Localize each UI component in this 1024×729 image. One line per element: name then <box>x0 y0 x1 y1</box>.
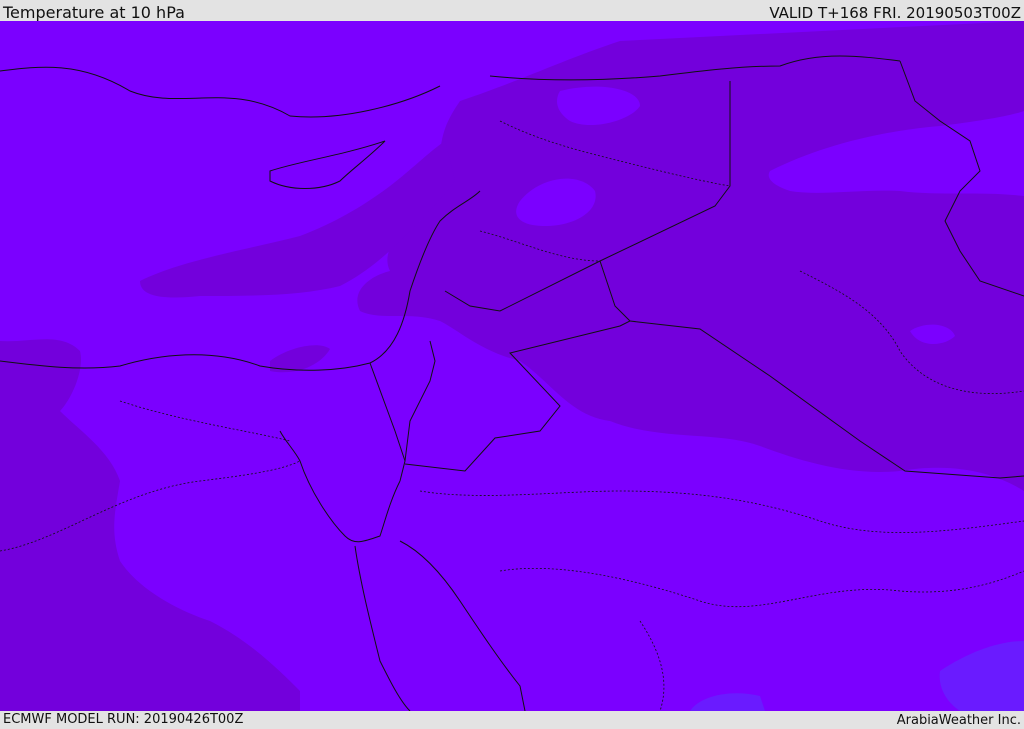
footer-bar: ECMWF MODEL RUN: 20190426T00Z ArabiaWeat… <box>0 711 1024 729</box>
valid-time: VALID T+168 FRI. 20190503T00Z <box>769 4 1021 22</box>
temperature-map <box>0 21 1024 711</box>
map-title: Temperature at 10 hPa <box>3 3 185 22</box>
model-run: ECMWF MODEL RUN: 20190426T00Z <box>3 712 244 727</box>
header-bar: Temperature at 10 hPa VALID T+168 FRI. 2… <box>0 0 1024 22</box>
credit-label: ArabiaWeather Inc. <box>896 713 1021 728</box>
